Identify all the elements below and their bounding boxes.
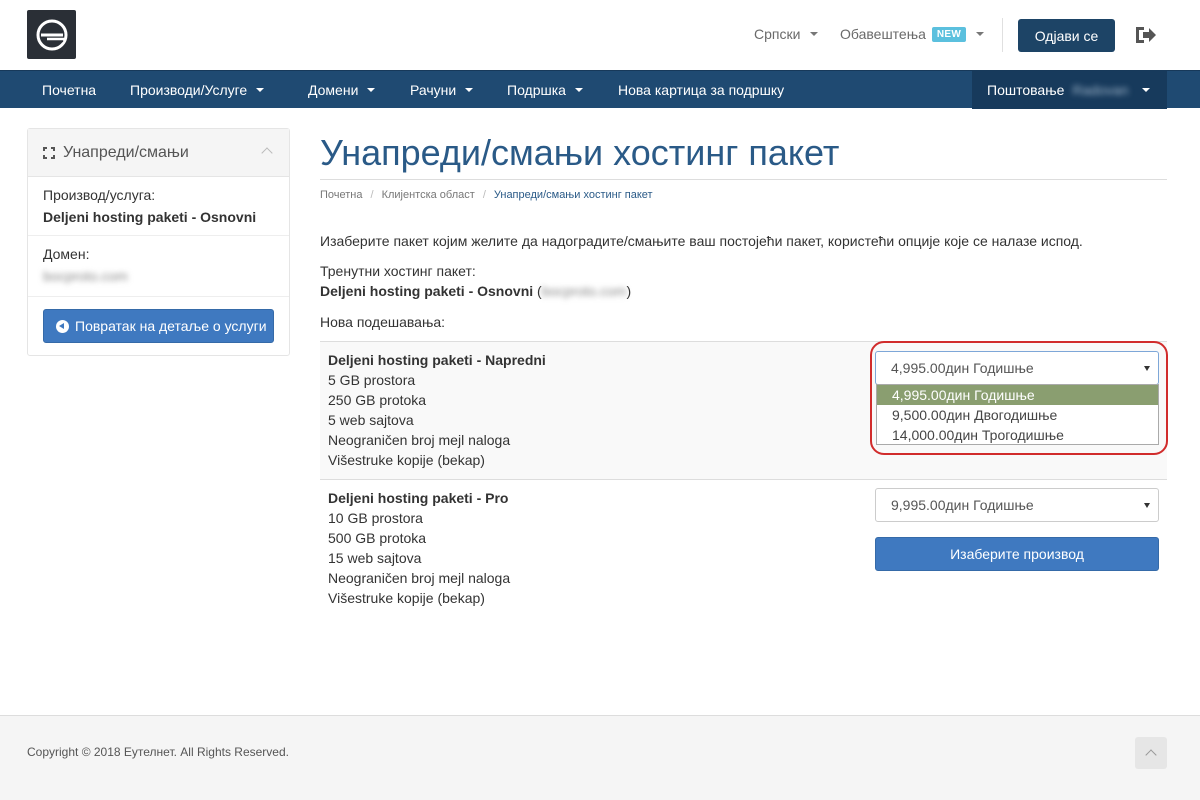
current-package-value: Deljeni hosting paketi - Osnovni (bocpro…: [320, 283, 632, 299]
title-divider: [320, 179, 1167, 180]
chevron-down-icon: [976, 32, 985, 36]
chevron-up-icon: [1145, 749, 1157, 761]
arrow-left-circle-icon: [56, 319, 69, 333]
back-to-top-button[interactable]: [1135, 737, 1167, 769]
dropdown-arrow-icon: [1144, 503, 1150, 508]
top-header: Српски Обавештења NEW Одјави се: [0, 0, 1200, 70]
package-feature: Neograničen broj mejl naloga: [328, 432, 511, 448]
sidebar-domain-section: Домен: bocproto.com: [28, 236, 289, 297]
nav-domains[interactable]: Домени: [308, 71, 376, 109]
sidebar-header[interactable]: Унапреди/смањи: [28, 129, 289, 177]
package-feature: 10 GB prostora: [328, 510, 423, 526]
expand-icon: [43, 146, 55, 159]
nav-new-ticket[interactable]: Нова картица за подршку: [618, 71, 784, 109]
brand-logo[interactable]: [27, 10, 76, 59]
intro-text: Изаберите пакет којим желите да надоград…: [320, 233, 1083, 249]
back-button-label: Повратак на детаље о услуги: [75, 318, 267, 334]
package-row: Deljeni hosting paketi - Pro 10 GB prost…: [320, 479, 1167, 617]
chevron-down-icon: [256, 88, 265, 92]
chevron-up-icon[interactable]: [261, 147, 273, 159]
copyright-text: Copyright © 2018 Еутелнет. All Rights Re…: [27, 745, 289, 759]
language-label: Српски: [754, 26, 801, 42]
package-feature: Neograničen broj mejl naloga: [328, 570, 511, 586]
username: Radovan: [1072, 82, 1129, 98]
sign-out-icon[interactable]: [1134, 24, 1158, 46]
breadcrumb-separator: /: [482, 189, 486, 201]
chevron-down-icon: [367, 88, 376, 92]
breadcrumb-separator: /: [370, 189, 374, 201]
package-name: Deljeni hosting paketi - Napredni: [328, 352, 546, 368]
package-feature: Višestruke kopije (bekap): [328, 452, 485, 468]
chevron-down-icon: [810, 32, 819, 36]
page-title: Унапреди/смањи хостинг пакет: [320, 132, 840, 173]
package-name: Deljeni hosting paketi - Pro: [328, 490, 509, 506]
product-label: Производ/услуга:: [43, 187, 156, 203]
choose-product-button[interactable]: Изаберите производ: [875, 537, 1159, 571]
billing-cycle-select[interactable]: 9,995.00дин Годишње: [875, 488, 1159, 522]
chevron-down-icon: [465, 88, 474, 92]
package-feature: 250 GB protoka: [328, 392, 427, 408]
greeting-label: Поштовање: [987, 82, 1065, 98]
sidebar-title: Унапреди/смањи: [63, 143, 189, 161]
logout-button[interactable]: Одјави се: [1018, 19, 1115, 52]
notifications-label: Обавештења: [840, 26, 926, 42]
nav-label: Нова картица за подршку: [618, 82, 785, 98]
page-footer: Copyright © 2018 Еутелнет. All Rights Re…: [0, 715, 1200, 800]
current-package-name: Deljeni hosting paketi - Osnovni: [320, 283, 534, 299]
nav-label: Производи/Услуге: [130, 82, 248, 98]
breadcrumb-current: Унапреди/смањи хостинг пакет: [493, 189, 653, 201]
breadcrumb-home[interactable]: Почетна: [320, 189, 363, 201]
domain-label: Домен:: [43, 246, 90, 262]
header-divider: [1002, 18, 1003, 52]
nav-products[interactable]: Производи/Услуге: [130, 71, 265, 109]
breadcrumb: Почетна / Клијентска област / Унапреди/с…: [320, 189, 653, 201]
package-feature: 5 web sajtova: [328, 412, 414, 428]
language-selector[interactable]: Српски: [754, 26, 819, 42]
nav-label: Рачуни: [410, 82, 457, 98]
product-value: Deljeni hosting paketi - Osnovni: [43, 209, 257, 225]
package-info: Deljeni hosting paketi - Napredni 5 GB p…: [328, 350, 546, 470]
nav-invoices[interactable]: Рачуни: [410, 71, 474, 109]
nav-label: Домени: [308, 82, 359, 98]
package-info: Deljeni hosting paketi - Pro 10 GB prost…: [328, 488, 510, 608]
package-feature: 5 GB prostora: [328, 372, 416, 388]
nav-label: Подршка: [507, 82, 566, 98]
main-navbar: Почетна Производи/Услуге Домени Рачуни П…: [0, 70, 1200, 109]
breadcrumb-client-area[interactable]: Клијентска област: [382, 189, 475, 201]
nav-home[interactable]: Почетна: [42, 71, 96, 109]
select-value: 9,995.00дин Годишње: [891, 497, 1034, 513]
package-feature: 500 GB protoka: [328, 530, 427, 546]
package-feature: Višestruke kopije (bekap): [328, 590, 485, 606]
package-feature: 15 web sajtova: [328, 550, 422, 566]
back-to-service-button[interactable]: Повратак на детаље о услуги: [43, 309, 274, 343]
new-settings-label: Нова подешавања:: [320, 314, 446, 330]
logo-icon: [36, 19, 67, 50]
notifications-menu[interactable]: Обавештења NEW: [840, 26, 985, 42]
highlight-annotation: [870, 341, 1168, 455]
nav-label: Почетна: [42, 82, 97, 98]
current-package-label: Тренутни хостинг пакет:: [320, 263, 476, 279]
sidebar-product-section: Производ/услуга: Deljeni hosting paketi …: [28, 177, 289, 236]
domain-value: bocproto.com: [43, 268, 128, 284]
sidebar-panel: Унапреди/смањи Производ/услуга: Deljeni …: [27, 128, 290, 356]
chevron-down-icon: [574, 88, 583, 92]
chevron-down-icon: [1142, 88, 1151, 92]
new-badge: NEW: [931, 26, 967, 42]
nav-account-menu[interactable]: Поштовање Radovan: [972, 71, 1167, 109]
nav-support[interactable]: Подршка: [507, 71, 583, 109]
current-package-domain: bocproto.com: [541, 283, 627, 299]
